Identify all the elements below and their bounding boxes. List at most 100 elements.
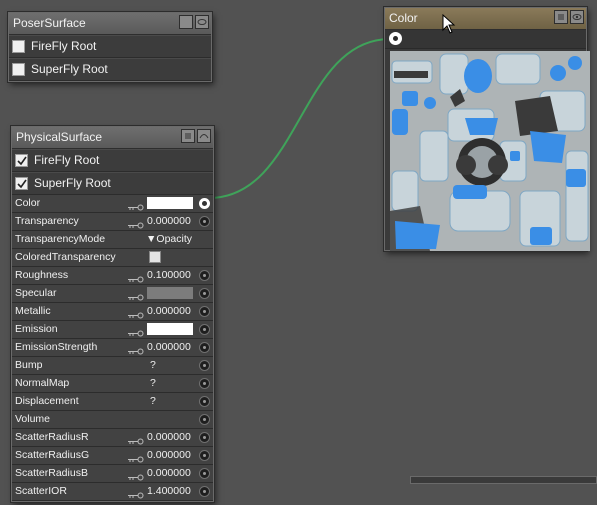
input-socket[interactable] [199,288,210,299]
param-row-transparencymode[interactable]: TransparencyMode ▼Opacity [12,231,213,249]
node-title: Color [389,11,418,25]
root-checkbox[interactable] [12,40,25,53]
root-label: SuperFly Root [34,176,111,190]
param-label: ScatterIOR [15,485,67,497]
root-label: SuperFly Root [31,62,108,76]
param-label: Roughness [15,269,69,281]
options-icon[interactable] [181,129,195,143]
param-list: Color Transparency 0.000000 TransparencyMod… [12,195,213,501]
input-socket[interactable] [199,396,210,407]
param-label: ScatterRadiusR [15,431,89,443]
param-row-displacement[interactable]: Displacement? [12,393,213,411]
root-row-superfly[interactable]: SuperFly Root [12,172,213,195]
input-socket[interactable] [199,432,210,443]
root-label: FireFly Root [31,39,97,53]
param-label: Specular [15,287,57,299]
param-row-volume[interactable]: Volume [12,411,213,429]
input-socket[interactable] [199,414,210,425]
param-label: ColoredTransparency [15,251,116,263]
input-socket[interactable] [199,270,210,281]
root-checkbox[interactable] [15,177,28,190]
mouse-pointer-icon [442,14,456,34]
param-row-coloredtransparency[interactable]: ColoredTransparency [12,249,213,267]
node-header[interactable]: Color [385,8,586,30]
param-label: Color [15,197,41,209]
output-socket[interactable] [389,32,402,45]
param-value[interactable]: 0.100000 [147,267,191,284]
input-socket[interactable] [199,216,210,227]
param-label: EmissionStrength [15,341,98,353]
color-swatch[interactable] [147,287,193,299]
param-value[interactable]: 0.000000 [147,465,191,482]
input-socket[interactable] [199,486,210,497]
root-label: FireFly Root [34,153,100,167]
param-value[interactable]: 0.000000 [147,303,191,320]
param-row-emission[interactable]: Emission [12,321,213,339]
param-value[interactable]: 0.000000 [147,447,191,464]
param-row-color[interactable]: Color [12,195,213,213]
param-value[interactable]: 0.000000 [147,429,191,446]
param-label: Bump [15,359,43,371]
param-row-bump[interactable]: Bump? [12,357,213,375]
input-socket[interactable] [199,450,210,461]
param-label: TransparencyMode [15,233,106,245]
preview-toggle-icon[interactable] [195,15,209,29]
options-icon[interactable] [554,10,568,24]
param-value[interactable]: 0.000000 [147,339,191,356]
poser-surface-node[interactable]: PoserSurface FireFly Root SuperFly Root [8,12,212,82]
param-label: Metallic [15,305,51,317]
param-row-scatterradiusg[interactable]: ScatterRadiusG 0.000000 [12,447,213,465]
param-row-emissionstrength[interactable]: EmissionStrength 0.000000 [12,339,213,357]
color-image-node[interactable]: Color [384,7,590,251]
param-label: ScatterRadiusB [15,467,88,479]
input-socket[interactable] [199,342,210,353]
param-dropdown[interactable]: ▼Opacity [146,231,192,248]
root-checkbox[interactable] [15,154,28,167]
root-row-firefly[interactable]: FireFly Root [9,35,211,58]
param-label: ScatterRadiusG [15,449,90,461]
param-value[interactable]: 0.000000 [147,213,191,230]
color-swatch[interactable] [147,197,193,209]
param-label: NormalMap [15,377,70,389]
offscreen-node[interactable] [410,476,597,484]
color-swatch[interactable] [147,323,193,335]
param-label: Transparency [15,215,79,227]
input-socket[interactable] [199,198,210,209]
preview-toggle-icon[interactable] [197,129,211,143]
param-value[interactable]: 1.400000 [147,483,191,500]
param-row-scatterradiusr[interactable]: ScatterRadiusR 0.000000 [12,429,213,447]
preview-toggle-icon[interactable] [570,10,584,24]
texture-preview [390,51,590,251]
dropdown-value: Opacity [156,233,193,245]
param-checkbox[interactable] [149,251,161,263]
param-row-normalmap[interactable]: NormalMap? [12,375,213,393]
physical-surface-node[interactable]: PhysicalSurface FireFly Root SuperFly Ro… [11,126,214,502]
color-output-bar [385,30,586,49]
param-row-scatterior[interactable]: ScatterIOR 1.400000 [12,483,213,501]
param-row-specular[interactable]: Specular [12,285,213,303]
input-socket[interactable] [199,360,210,371]
unset-value: ? [150,395,156,407]
unset-value: ? [150,359,156,371]
param-row-scatterradiusb[interactable]: ScatterRadiusB 0.000000 [12,465,213,483]
input-socket[interactable] [199,306,210,317]
unset-value: ? [150,377,156,389]
param-label: Volume [15,413,51,425]
param-row-transparency[interactable]: Transparency 0.000000 [12,213,213,231]
node-title: PhysicalSurface [16,130,103,144]
param-label: Emission [15,323,58,335]
node-header[interactable]: PoserSurface [9,13,211,35]
root-row-firefly[interactable]: FireFly Root [12,149,213,172]
param-row-metallic[interactable]: Metallic 0.000000 [12,303,213,321]
options-icon[interactable] [179,15,193,29]
root-row-superfly[interactable]: SuperFly Root [9,58,211,81]
param-label: Displacement [15,395,79,407]
param-row-roughness[interactable]: Roughness 0.100000 [12,267,213,285]
root-checkbox[interactable] [12,63,25,76]
node-title: PoserSurface [13,16,86,30]
node-header[interactable]: PhysicalSurface [12,127,213,149]
key-icon[interactable] [128,488,144,505]
input-socket[interactable] [199,468,210,479]
input-socket[interactable] [199,378,210,389]
input-socket[interactable] [199,324,210,335]
